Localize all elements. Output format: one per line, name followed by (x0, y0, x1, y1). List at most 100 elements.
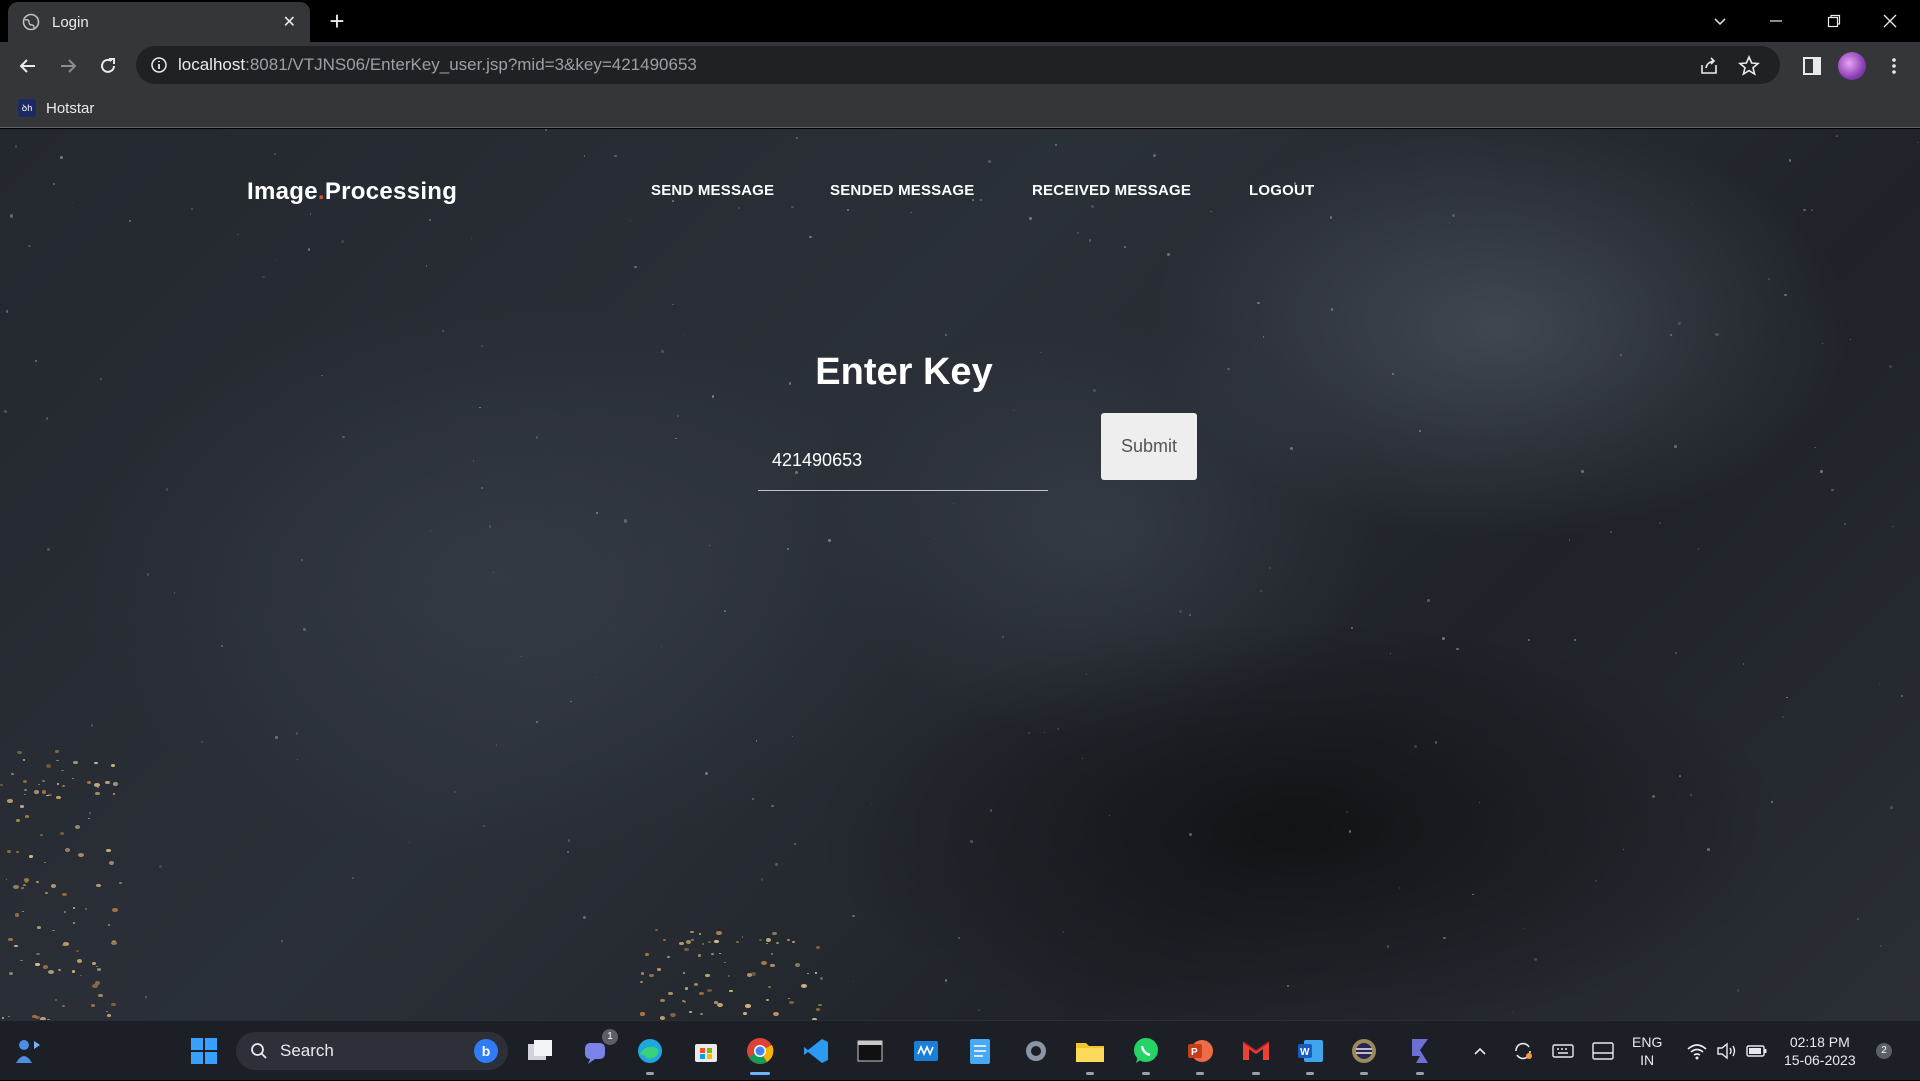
texture-speck (1055, 143, 1057, 146)
language-indicator[interactable]: ENG IN (1632, 1021, 1662, 1081)
hotspot-icon[interactable] (1402, 1033, 1438, 1075)
spice-crumb (713, 939, 719, 944)
address-bar[interactable]: localhost:8081/VTJNS06/EnterKey_user.jsp… (136, 46, 1780, 84)
bookmark-star-icon[interactable] (1738, 55, 1760, 77)
texture-speck (1179, 610, 1183, 614)
powerpoint-icon[interactable]: P (1182, 1033, 1218, 1075)
spice-crumb (707, 941, 712, 944)
svg-text:W: W (1300, 1047, 1310, 1058)
key-input[interactable] (758, 431, 1048, 491)
minimize-button[interactable] (1748, 0, 1804, 42)
texture-speck (147, 573, 150, 576)
gmail-icon[interactable] (1238, 1033, 1274, 1075)
texture-speck (582, 915, 586, 919)
spice-crumb (815, 946, 821, 950)
sync-icon[interactable] (1512, 1021, 1534, 1081)
share-icon[interactable] (1698, 55, 1720, 77)
spice-crumb (74, 824, 81, 829)
tablet-mode-icon[interactable] (1592, 1021, 1614, 1081)
keyboard-icon[interactable] (1552, 1021, 1574, 1081)
profile-avatar[interactable] (1838, 52, 1866, 80)
texture-speck (1856, 918, 1859, 921)
spice-crumb (107, 1013, 112, 1017)
browser-tab-login[interactable]: Login ✕ (8, 2, 310, 42)
settings-icon[interactable] (1018, 1033, 1054, 1069)
eclipse-icon[interactable] (1346, 1033, 1382, 1075)
spice-crumb (659, 998, 665, 1003)
site-info-icon[interactable] (150, 56, 168, 74)
texture-speck (1574, 638, 1577, 641)
chrome-icon[interactable] (742, 1033, 778, 1075)
clock[interactable]: 02:18 PM 15-06-2023 (1784, 1021, 1856, 1081)
texture-speck (1821, 342, 1824, 345)
nav-send-message[interactable]: SEND MESSAGE (651, 182, 774, 199)
terminal-icon[interactable] (852, 1033, 888, 1069)
vscode-icon[interactable] (798, 1033, 834, 1069)
close-window-button[interactable] (1862, 0, 1918, 42)
texture-speck (1844, 523, 1846, 525)
teams-chat-icon[interactable]: 1 (578, 1029, 618, 1069)
back-button[interactable] (12, 50, 44, 82)
windows-taskbar: Search b 1 P W ENG IN 02:18 PM 15-06-202… (0, 1020, 1920, 1080)
file-explorer-icon[interactable] (1072, 1033, 1108, 1075)
start-icon[interactable] (186, 1033, 222, 1069)
reload-button[interactable] (92, 50, 124, 82)
texture-speck (307, 248, 311, 251)
texture-speck (472, 460, 475, 462)
texture-speck (724, 610, 727, 612)
texture-speck (429, 530, 432, 532)
texture-speck (9, 214, 14, 218)
nav-sended-message[interactable]: SENDED MESSAGE (830, 182, 975, 199)
texture-speck (1082, 757, 1084, 759)
show-hidden-icons[interactable] (1472, 1021, 1488, 1081)
texture-speck (852, 980, 855, 982)
texture-speck (281, 939, 284, 943)
texture-speck (1088, 239, 1092, 242)
task-view-icon[interactable] (522, 1033, 558, 1069)
texture-speck (594, 677, 596, 679)
wifi-icon[interactable] (1686, 1021, 1708, 1081)
spice-crumb (71, 777, 75, 780)
hotstar-icon: ꝺh (18, 99, 36, 117)
whatsapp-icon[interactable] (1128, 1033, 1164, 1075)
myhp-icon[interactable] (908, 1033, 944, 1069)
new-tab-button[interactable]: + (322, 6, 352, 36)
texture-speck (407, 841, 409, 843)
texture-speck (570, 700, 572, 703)
bookmark-hotstar[interactable]: ꝺh Hotstar (18, 96, 94, 120)
tab-search-chevron-icon[interactable] (1692, 0, 1748, 42)
notepad-icon[interactable] (962, 1033, 998, 1069)
forward-button[interactable] (52, 50, 84, 82)
spice-crumb (656, 968, 662, 972)
spice-crumb (25, 815, 29, 819)
spice-crumb (663, 938, 667, 941)
texture-speck (1568, 538, 1571, 541)
word-icon[interactable]: W (1292, 1033, 1328, 1075)
volume-icon[interactable] (1716, 1021, 1738, 1081)
taskbar-search[interactable]: Search b (236, 1032, 508, 1070)
battery-icon[interactable] (1746, 1021, 1768, 1081)
submit-button[interactable]: Submit (1101, 413, 1197, 480)
side-panel-icon[interactable] (1796, 50, 1828, 82)
texture-speck (741, 936, 744, 938)
texture-speck (677, 414, 679, 417)
widgets-icon[interactable] (10, 1033, 46, 1069)
spice-crumb (684, 987, 688, 990)
site-logo[interactable]: Image.Processing (247, 178, 457, 206)
notification-badge[interactable]: 2 (1876, 1043, 1892, 1059)
close-tab-icon[interactable]: ✕ (283, 12, 296, 32)
texture-speck (495, 744, 498, 746)
spice-crumb (723, 961, 727, 964)
texture-speck (794, 843, 797, 846)
nav-received-message[interactable]: RECEIVED MESSAGE (1032, 182, 1191, 199)
spice-crumb (640, 981, 643, 984)
restore-button[interactable] (1806, 0, 1862, 42)
texture-speck (1434, 740, 1438, 744)
texture-speck (24, 794, 26, 796)
bing-icon[interactable]: b (474, 1039, 498, 1063)
nav-logout[interactable]: LOGOUT (1249, 182, 1314, 199)
store-icon[interactable] (688, 1033, 724, 1069)
edge-icon[interactable] (632, 1033, 668, 1075)
more-menu-icon[interactable] (1878, 50, 1910, 82)
texture-speck (1622, 849, 1624, 851)
